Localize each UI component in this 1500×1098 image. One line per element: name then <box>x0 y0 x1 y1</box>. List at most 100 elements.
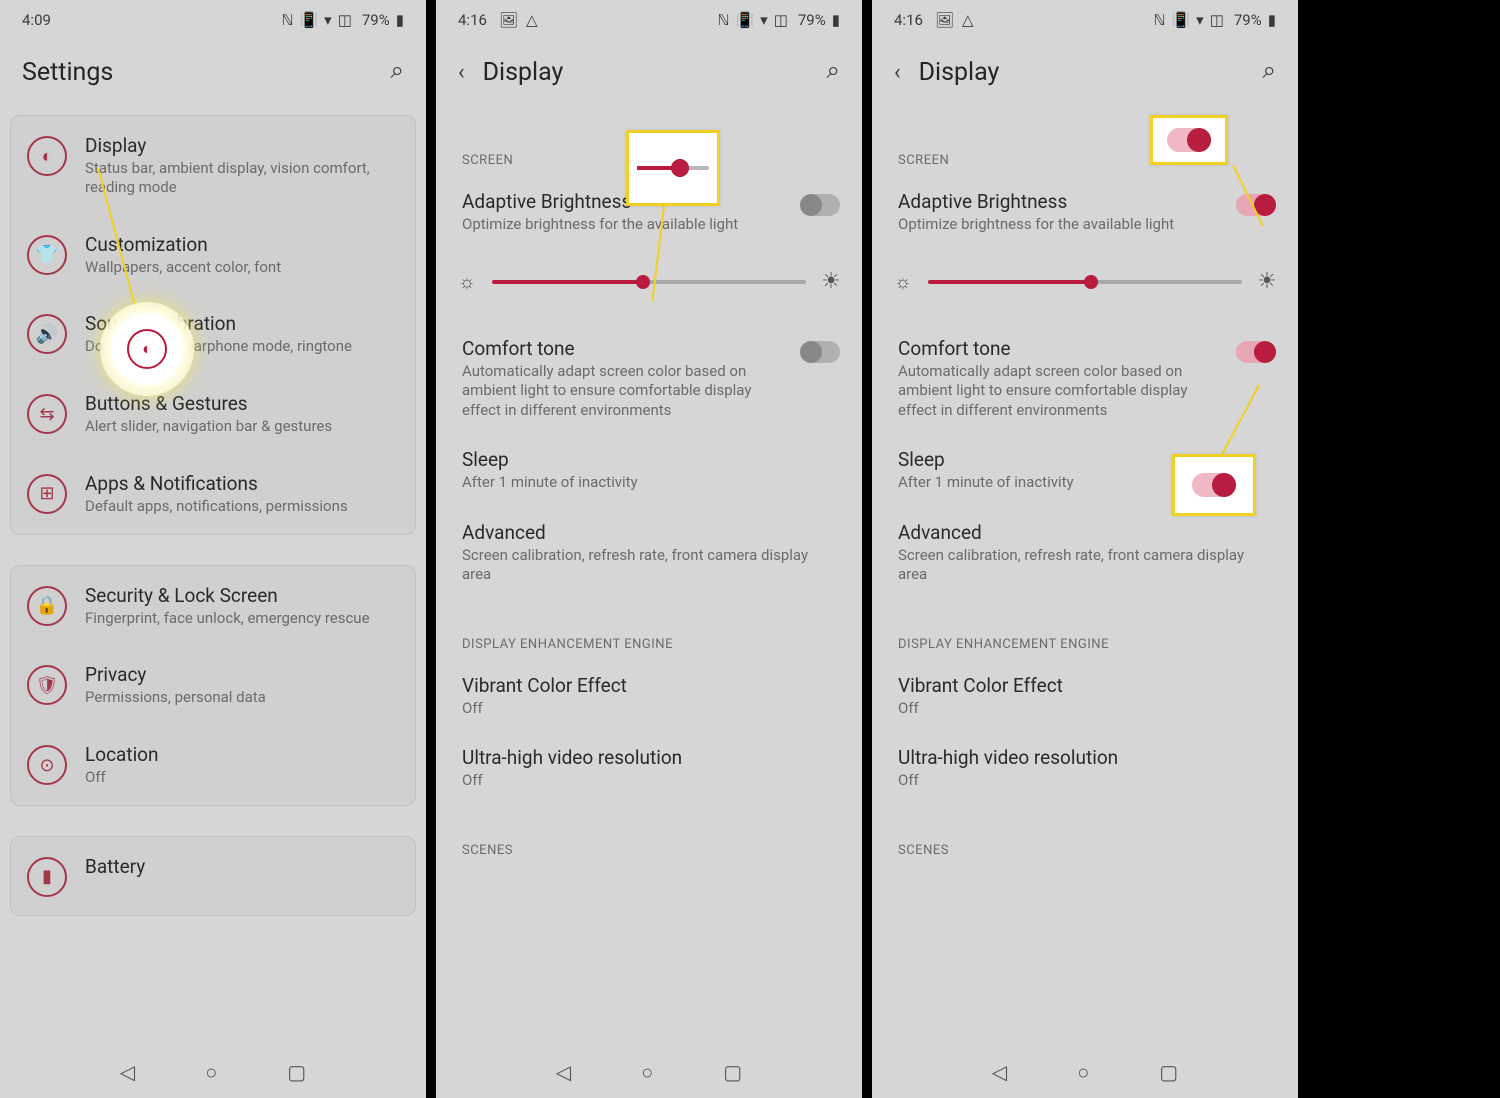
ultra-row[interactable]: Ultra-high video resolution Off <box>436 732 862 805</box>
comfort-toggle[interactable] <box>800 341 840 363</box>
settings-row-security[interactable]: 🔒 Security & Lock Screen Fingerprint, fa… <box>11 566 415 646</box>
row-sub: Wallpapers, accent color, font <box>85 258 399 277</box>
callout-highlight-display-icon: ◐ <box>100 302 194 396</box>
section-scenes-label: SCENES <box>436 805 862 866</box>
apps-icon: ⊞ <box>27 474 67 514</box>
nav-back[interactable]: ◁ <box>120 1060 135 1084</box>
settings-group-2: 🔒 Security & Lock Screen Fingerprint, fa… <box>10 565 416 806</box>
settings-row-customization[interactable]: 👕 Customization Wallpapers, accent color… <box>11 215 415 295</box>
shield-icon: 🛡 <box>27 665 67 705</box>
row-title: Apps & Notifications <box>85 472 399 495</box>
no-sim-icon: ◫ <box>1210 13 1224 28</box>
page-title: Display <box>919 58 1000 87</box>
nav-recent[interactable]: ▢ <box>723 1060 742 1084</box>
nav-back[interactable]: ◁ <box>992 1060 1007 1084</box>
nav-home[interactable]: ○ <box>641 1060 653 1085</box>
status-time: 4:09 <box>22 11 51 29</box>
vibrant-title: Vibrant Color Effect <box>898 674 1272 697</box>
adaptive-brightness-row[interactable]: Adaptive Brightness Optimize brightness … <box>872 176 1298 249</box>
status-bar: 4:16 🖼 △ ℕ 📳 ▾ ◫ 79% ▮ <box>872 0 1298 40</box>
ultra-row[interactable]: Ultra-high video resolution Off <box>872 732 1298 805</box>
phone-screen-settings: 4:09 ℕ 📳 ▾ ◫ 79% ▮ Settings ⌕ ◐ Display … <box>0 0 426 1098</box>
vibrant-row[interactable]: Vibrant Color Effect Off <box>436 660 862 733</box>
search-icon[interactable]: ⌕ <box>1263 56 1276 84</box>
wifi-icon: ▾ <box>1196 13 1204 28</box>
vibrant-sub: Off <box>898 699 1272 719</box>
nav-recent[interactable]: ▢ <box>1159 1060 1178 1084</box>
back-icon[interactable]: ‹ <box>458 60 465 85</box>
nav-back[interactable]: ◁ <box>556 1060 571 1084</box>
adaptive-sub: Optimize brightness for the available li… <box>462 215 836 235</box>
brightness-slider[interactable] <box>492 280 806 284</box>
ultra-sub: Off <box>462 771 836 791</box>
row-sub: Off <box>85 768 399 787</box>
row-title: Customization <box>85 233 399 256</box>
comfort-title: Comfort tone <box>462 337 836 360</box>
nav-bar: ◁ ○ ▢ <box>0 1046 426 1098</box>
nav-home[interactable]: ○ <box>205 1060 217 1085</box>
header: ‹ Display ⌕ <box>436 40 862 115</box>
comfort-tone-row[interactable]: Comfort tone Automatically adapt screen … <box>436 323 862 435</box>
settings-row-battery[interactable]: ▮ Battery <box>11 837 415 915</box>
row-title: Location <box>85 743 399 766</box>
screenshot-icon: 🖼 <box>935 13 954 28</box>
settings-row-buttons[interactable]: ⇆ Buttons & Gestures Alert slider, navig… <box>11 374 415 454</box>
row-sub: Status bar, ambient display, vision comf… <box>85 159 399 197</box>
sleep-title: Sleep <box>462 448 836 471</box>
settings-row-location[interactable]: ⊙ Location Off <box>11 725 415 805</box>
screenshot-icon: 🖼 <box>499 13 518 28</box>
ultra-sub: Off <box>898 771 1272 791</box>
sleep-sub: After 1 minute of inactivity <box>462 473 836 493</box>
section-enhance-label: DISPLAY ENHANCEMENT ENGINE <box>872 599 1298 660</box>
cloud-icon: △ <box>526 13 538 28</box>
comfort-toggle[interactable] <box>1236 341 1276 363</box>
row-title: Display <box>85 134 399 157</box>
section-scenes-label: SCENES <box>872 805 1298 866</box>
row-sub: Default apps, notifications, permissions <box>85 497 399 516</box>
ultra-title: Ultra-high video resolution <box>462 746 836 769</box>
nav-home[interactable]: ○ <box>1077 1060 1089 1085</box>
adaptive-toggle[interactable] <box>800 194 840 216</box>
settings-row-sound[interactable]: 🔊 Sound & Vibration Do not disturb, earp… <box>11 294 415 374</box>
advanced-sub: Screen calibration, refresh rate, front … <box>462 546 836 585</box>
brightness-slider[interactable] <box>928 280 1242 284</box>
vibrant-row[interactable]: Vibrant Color Effect Off <box>872 660 1298 733</box>
nav-recent[interactable]: ▢ <box>287 1060 306 1084</box>
row-sub: Alert slider, navigation bar & gestures <box>85 417 399 436</box>
settings-row-privacy[interactable]: 🛡 Privacy Permissions, personal data <box>11 645 415 725</box>
brightness-low-icon: ☼ <box>892 271 914 293</box>
vibrate-icon: 📳 <box>1171 13 1190 28</box>
status-time: 4:16 <box>458 11 487 29</box>
settings-row-apps[interactable]: ⊞ Apps & Notifications Default apps, not… <box>11 454 415 534</box>
comfort-title: Comfort tone <box>898 337 1272 360</box>
sleep-row[interactable]: Sleep After 1 minute of inactivity <box>436 434 862 507</box>
vibrate-icon: 📳 <box>299 13 318 28</box>
settings-group-3: ▮ Battery <box>10 836 416 916</box>
callout-highlight-toggle-bottom <box>1172 454 1256 516</box>
row-title: Buttons & Gestures <box>85 392 399 415</box>
callout-highlight-slider <box>626 130 720 206</box>
cloud-icon: △ <box>962 13 974 28</box>
row-title: Security & Lock Screen <box>85 584 399 607</box>
comfort-tone-row[interactable]: Comfort tone Automatically adapt screen … <box>872 323 1298 435</box>
settings-group-1: ◐ Display Status bar, ambient display, v… <box>10 115 416 535</box>
search-icon[interactable]: ⌕ <box>827 56 840 84</box>
display-icon: ◐ <box>27 136 67 176</box>
header: Settings ⌕ <box>0 40 426 115</box>
phone-screen-display-on: 4:16 🖼 △ ℕ 📳 ▾ ◫ 79% ▮ ‹ Display ⌕ SCREE… <box>872 0 1298 1098</box>
vibrant-sub: Off <box>462 699 836 719</box>
settings-row-display[interactable]: ◐ Display Status bar, ambient display, v… <box>11 116 415 215</box>
row-title: Privacy <box>85 663 399 686</box>
search-icon[interactable]: ⌕ <box>391 56 404 84</box>
brightness-high-icon: ☀ <box>1256 271 1278 293</box>
vibrate-icon: 📳 <box>735 13 754 28</box>
advanced-row[interactable]: Advanced Screen calibration, refresh rat… <box>436 507 862 599</box>
back-icon[interactable]: ‹ <box>894 60 901 85</box>
ultra-title: Ultra-high video resolution <box>898 746 1272 769</box>
advanced-title: Advanced <box>462 521 836 544</box>
row-sub: Permissions, personal data <box>85 688 399 707</box>
shirt-icon: 👕 <box>27 235 67 275</box>
advanced-row[interactable]: Advanced Screen calibration, refresh rat… <box>872 507 1298 599</box>
brightness-slider-row: ☼ ☀ <box>872 249 1298 323</box>
nav-bar: ◁ ○ ▢ <box>436 1046 862 1098</box>
